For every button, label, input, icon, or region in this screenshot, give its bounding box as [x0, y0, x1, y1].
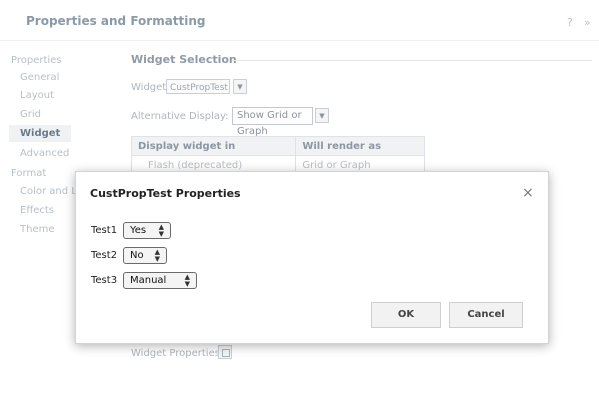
- alt-display-select[interactable]: Show Grid or Graph: [232, 107, 313, 137]
- updown-arrows-icon: ▲ ▼: [154, 247, 160, 263]
- collapse-icon[interactable]: »: [584, 16, 591, 29]
- cancel-button[interactable]: Cancel: [449, 302, 523, 328]
- test2-value: No: [130, 250, 144, 261]
- field-label-test3: Test3: [91, 275, 118, 286]
- render-table: Display widget in Will render as Flash (…: [130, 136, 425, 175]
- widget-label: Widget:: [131, 82, 170, 93]
- nav-item-effects[interactable]: Effects: [20, 205, 54, 216]
- alt-display-dropdown-button[interactable]: ▼: [315, 108, 329, 123]
- chevron-down-icon: ▼: [237, 83, 243, 91]
- field-label-test1: Test1: [91, 225, 118, 236]
- close-icon[interactable]: ×: [522, 185, 534, 201]
- section-heading: Widget Selection: [131, 53, 237, 66]
- header-divider: [0, 40, 599, 41]
- test2-select[interactable]: No ▲ ▼: [123, 247, 167, 264]
- updown-arrows-icon: ▲ ▼: [158, 222, 164, 238]
- updown-arrows-icon: ▲ ▼: [184, 272, 190, 288]
- nav-item-theme[interactable]: Theme: [20, 224, 55, 235]
- nav-item-general[interactable]: General: [20, 72, 59, 83]
- nav-header-properties: Properties: [11, 55, 62, 66]
- nav-item-grid[interactable]: Grid: [20, 109, 41, 120]
- chevron-down-icon: ▼: [319, 112, 325, 120]
- test3-select[interactable]: Manual ▲ ▼: [123, 272, 197, 289]
- nav-item-widget[interactable]: Widget: [9, 125, 71, 142]
- nav-item-layout[interactable]: Layout: [20, 90, 54, 101]
- dialog-title: CustPropTest Properties: [90, 187, 241, 200]
- table-header-render: Will render as: [295, 136, 425, 156]
- ok-button[interactable]: OK: [371, 302, 441, 328]
- field-label-test2: Test2: [91, 250, 118, 261]
- widget-properties-label: Widget Properties:: [131, 348, 224, 359]
- alt-display-label: Alternative Display:: [131, 111, 229, 122]
- widget-field[interactable]: CustPropTest: [166, 79, 230, 94]
- widget-dropdown-button[interactable]: ▼: [233, 79, 247, 94]
- section-divider: [232, 60, 592, 61]
- table-header-row: Display widget in Will render as: [130, 136, 425, 156]
- test1-value: Yes: [130, 225, 147, 236]
- widget-properties-button[interactable]: [218, 345, 232, 359]
- panel-title: Properties and Formatting: [26, 14, 206, 28]
- properties-dialog: CustPropTest Properties × Test1 Yes ▲ ▼ T…: [75, 171, 549, 344]
- nav-header-format: Format: [11, 168, 47, 179]
- nav-item-advanced[interactable]: Advanced: [20, 148, 69, 159]
- table-header-display: Display widget in: [130, 136, 297, 156]
- test3-value: Manual: [130, 275, 167, 286]
- nav-item-color-and-lines[interactable]: Color and Li: [20, 186, 76, 197]
- edit-icon: [222, 349, 230, 357]
- test1-select[interactable]: Yes ▲ ▼: [123, 222, 171, 239]
- help-icon[interactable]: ?: [567, 16, 573, 29]
